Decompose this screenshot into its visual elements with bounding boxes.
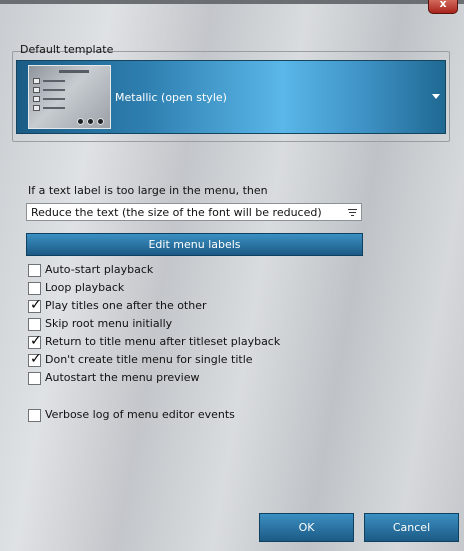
checkbox-box[interactable]: ✓ (28, 333, 42, 349)
checkbox-box[interactable] (28, 264, 41, 277)
text-label-question: If a text label is too large in the menu… (28, 184, 268, 197)
checkbox-box[interactable]: ✓ (28, 297, 42, 313)
default-template-title: Default template (20, 43, 114, 56)
text-overflow-select[interactable]: Reduce the text (the size of the font wi… (26, 203, 362, 221)
ok-button[interactable]: OK (259, 513, 354, 542)
close-icon: x (439, 0, 447, 10)
checkbox-box[interactable] (28, 282, 41, 295)
checkmark-icon: ✓ (30, 333, 42, 349)
edit-menu-labels-button[interactable]: Edit menu labels (26, 233, 363, 256)
option-label: Play titles one after the other (45, 299, 207, 312)
checkbox-box[interactable] (28, 372, 41, 385)
cancel-button[interactable]: Cancel (364, 513, 459, 542)
close-button[interactable]: x (428, 0, 458, 14)
checkbox-box[interactable] (28, 318, 41, 331)
option-label: Auto-start playback (45, 263, 154, 276)
verbose-log-label: Verbose log of menu editor events (45, 408, 235, 421)
chevron-down-icon[interactable] (432, 94, 440, 99)
option-label: Return to title menu after titleset play… (45, 335, 281, 348)
option-label: Loop playback (45, 281, 125, 294)
template-name: Metallic (open style) (115, 91, 227, 104)
option-label: Autostart the menu preview (45, 371, 200, 384)
dropdown-lines-icon (348, 209, 357, 218)
checkbox-box[interactable]: ✓ (28, 351, 42, 367)
option-label: Skip root menu initially (45, 317, 173, 330)
checkmark-icon: ✓ (30, 351, 42, 367)
checkmark-icon: ✓ (30, 297, 42, 313)
text-overflow-value: Reduce the text (the size of the font wi… (31, 206, 322, 219)
option-label: Don't create title menu for single title (45, 353, 253, 366)
checkbox-box[interactable] (28, 409, 41, 422)
template-thumbnail (28, 65, 111, 129)
title-bar (0, 0, 464, 4)
